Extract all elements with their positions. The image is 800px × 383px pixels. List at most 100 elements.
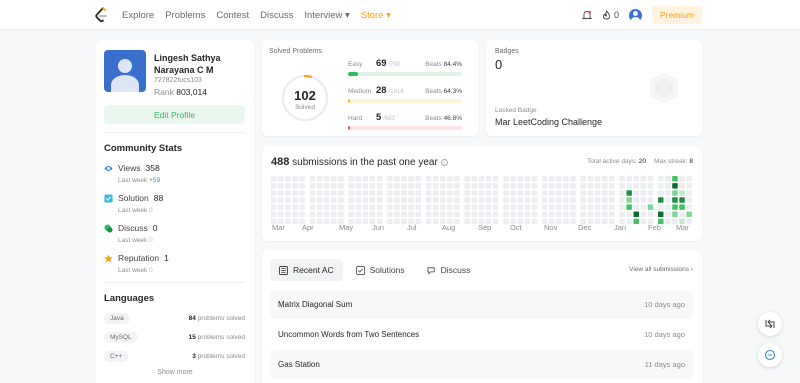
heatmap-day-cell — [394, 183, 400, 189]
heatmap-day-cell — [601, 197, 608, 203]
submissions-count: 488 — [271, 156, 290, 168]
submission-row[interactable]: Matrix Diagonal Sum 10 days ago — [270, 290, 693, 319]
heatmap-day-cell — [492, 218, 499, 225]
heatmap-day-cell — [686, 211, 692, 217]
premium-button[interactable]: Premium — [651, 6, 702, 24]
heatmap-day-cell — [278, 183, 284, 189]
heatmap-day-cell — [658, 190, 664, 196]
nav-store[interactable]: Store ▾ — [361, 10, 391, 21]
heatmap-day-cell — [447, 190, 453, 196]
month-label: May — [339, 223, 354, 232]
eye-icon — [104, 165, 113, 171]
heatmap-day-cell — [524, 204, 530, 210]
heatmap-day-cell — [348, 183, 354, 189]
heatmap-day-cell — [432, 197, 439, 203]
notifications-button[interactable] — [581, 10, 592, 20]
nav-contest[interactable]: Contest — [216, 10, 249, 21]
heatmap-day-cell — [563, 190, 569, 196]
heatmap-day-cell — [580, 190, 587, 196]
language-tag[interactable]: MySQL — [104, 332, 138, 343]
heatmap-day-cell — [665, 176, 671, 182]
heatmap-day-cell — [633, 218, 639, 225]
nav-discuss[interactable]: Discuss — [260, 10, 293, 21]
submission-row[interactable]: Gas Station 11 days ago — [270, 350, 693, 379]
heatmap-day-cell — [309, 204, 316, 210]
nav-problems[interactable]: Problems — [165, 10, 205, 21]
solved-problems-card: Solved Problems 102 Solved Easy 69 /790 … — [262, 40, 478, 136]
heatmap-day-cell — [510, 190, 516, 196]
submission-row[interactable]: Uncommon Words from Two Sentences 10 days… — [270, 320, 693, 349]
heatmap-day-cell — [647, 197, 654, 203]
heatmap-day-cell — [503, 218, 509, 225]
heatmap-day-cell — [594, 190, 601, 196]
heatmap-day-cell — [563, 218, 569, 225]
nav-explore[interactable]: Explore — [122, 10, 154, 21]
heatmap-day-cell — [348, 204, 354, 210]
heatmap-day-cell — [640, 211, 647, 217]
solved-total: 102 — [294, 88, 316, 103]
heatmap-day-cell — [440, 197, 446, 203]
heatmap-day-cell — [285, 211, 291, 217]
heatmap-day-cell — [447, 183, 453, 189]
heatmap-day-cell — [464, 204, 470, 210]
tab-discuss[interactable]: Discuss — [418, 259, 480, 281]
heatmap-day-cell — [619, 190, 625, 196]
heatmap-day-cell — [299, 183, 305, 189]
edit-profile-button[interactable]: Edit Profile — [104, 105, 245, 124]
language-tag[interactable]: C++ — [104, 351, 129, 362]
language-tag[interactable]: Java — [104, 313, 130, 324]
heatmap-day-cell — [633, 211, 639, 217]
streak-button[interactable]: 0 — [602, 10, 619, 20]
heatmap-day-cell — [492, 176, 499, 182]
heatmap-day-cell — [355, 176, 361, 182]
heatmap-day-cell — [541, 176, 548, 182]
heatmap-day-cell — [633, 197, 639, 203]
streak-count: 0 — [613, 10, 619, 20]
heatmap-day-cell — [425, 204, 432, 210]
divider — [104, 132, 245, 133]
heatmap-day-cell — [510, 183, 516, 189]
heatmap-day-cell — [478, 176, 485, 182]
heatmap-day-cell — [556, 183, 562, 189]
nav-interview[interactable]: Interview ▾ — [304, 10, 349, 21]
heatmap-day-cell — [394, 190, 400, 196]
info-icon[interactable]: i — [440, 158, 448, 166]
heatmap-day-cell — [471, 197, 478, 203]
heatmap-day-cell — [454, 211, 460, 217]
heatmap-day-cell — [447, 204, 453, 210]
heatmap-day-cell — [640, 176, 647, 182]
heatmap-day-cell — [338, 204, 344, 210]
switch-layout-button[interactable] — [758, 312, 782, 336]
heatmap-day-cell — [432, 190, 439, 196]
heatmap-day-cell — [492, 211, 499, 217]
submissions-meta: Total active days: 20 Max streak: 8 — [587, 158, 693, 165]
heatmap-day-cell — [517, 176, 523, 182]
leetcode-logo-icon[interactable] — [94, 7, 108, 23]
heatmap-day-cell — [415, 190, 421, 196]
heatmap-day-cell — [601, 183, 608, 189]
solved-problems-label: Solved Problems — [269, 48, 322, 55]
heatmap-day-cell — [549, 190, 555, 196]
month-label: Jul — [407, 223, 417, 232]
heatmap-day-cell — [510, 197, 516, 203]
heatmap-day-cell — [609, 204, 615, 210]
heatmap-day-cell — [299, 204, 305, 210]
user-avatar[interactable] — [628, 8, 642, 22]
language-row: C++ 3 problems solved — [104, 351, 245, 362]
tab-recent-ac[interactable]: Recent AC — [270, 259, 343, 281]
heatmap-day-cell — [338, 183, 344, 189]
heatmap-day-cell — [309, 190, 316, 196]
view-all-submissions-link[interactable]: View all submissions › — [629, 266, 693, 273]
heatmap-day-cell — [549, 176, 555, 182]
feedback-button[interactable] — [758, 343, 782, 367]
show-more-languages[interactable]: Show more — [96, 369, 254, 376]
heatmap-day-cell — [464, 197, 470, 203]
heatmap-day-cell — [425, 197, 432, 203]
heatmap-day-cell — [556, 204, 562, 210]
heatmap-day-cell — [665, 190, 671, 196]
heatmap-day-cell — [369, 204, 376, 210]
heatmap-day-cell — [401, 204, 407, 210]
tab-solutions[interactable]: Solutions — [347, 259, 414, 281]
heatmap-day-cell — [471, 183, 478, 189]
heatmap-day-cell — [531, 176, 538, 182]
